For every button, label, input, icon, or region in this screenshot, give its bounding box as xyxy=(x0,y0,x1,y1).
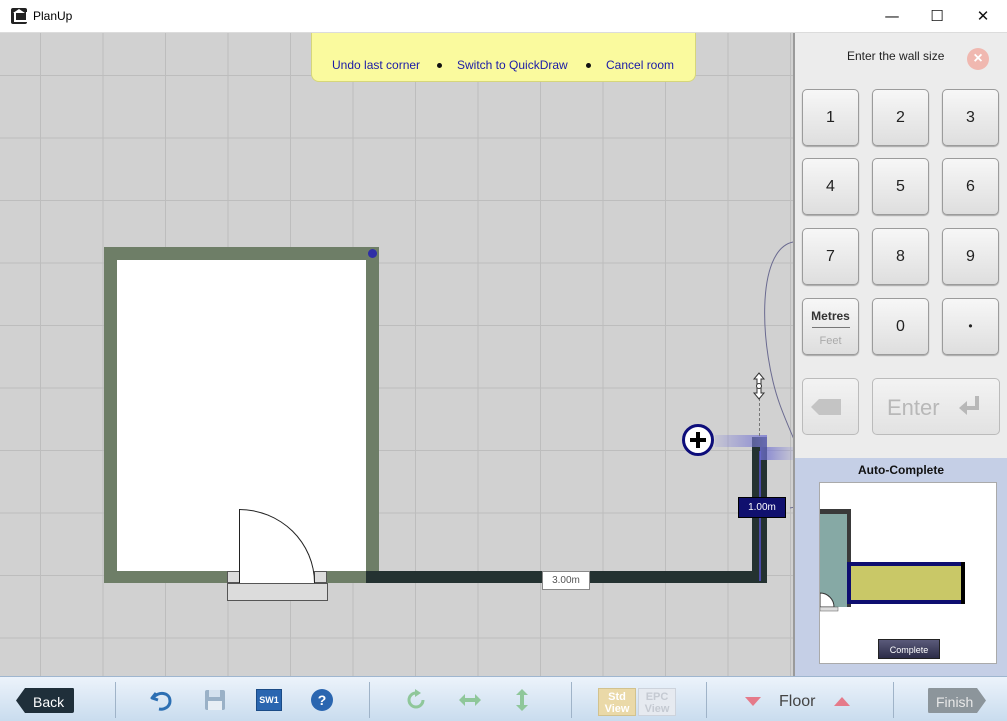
epc-view-label-bottom: View xyxy=(644,703,670,715)
sw1-button[interactable]: SW1 xyxy=(256,689,282,711)
wall-size-keypad: Enter the wall size × 1 2 3 4 5 6 7 8 9 … xyxy=(793,33,1007,458)
units-toggle-button[interactable]: Metres Feet xyxy=(802,298,859,355)
key-2[interactable]: 2 xyxy=(872,89,929,146)
autocomplete-room-preview xyxy=(820,509,965,612)
separator-dot xyxy=(586,63,591,68)
floor-down-icon[interactable] xyxy=(745,697,761,706)
complete-button[interactable]: Complete xyxy=(878,639,940,659)
minimize-button[interactable]: — xyxy=(869,0,915,32)
key-6[interactable]: 6 xyxy=(942,158,999,215)
bottom-toolbar: Back SW1 ? Std View EPC View Floor Finis… xyxy=(0,676,1007,721)
std-view-button[interactable]: Std View xyxy=(598,688,636,716)
door-jamb-right xyxy=(314,571,327,583)
enter-label: Enter xyxy=(887,395,940,420)
add-corner-icon[interactable] xyxy=(682,424,714,456)
autocomplete-preview[interactable]: Complete xyxy=(819,482,997,664)
std-view-label-bottom: View xyxy=(604,703,630,715)
maximize-button[interactable]: ☐ xyxy=(914,0,960,32)
autocomplete-panel: Auto-Complete Complete xyxy=(793,458,1007,676)
title-bar: PlanUp — ☐ ✕ xyxy=(0,0,1007,33)
key-8[interactable]: 8 xyxy=(872,228,929,285)
unit-metres-label: Metres xyxy=(811,309,850,323)
unit-separator xyxy=(812,327,850,328)
floor-up-icon[interactable] xyxy=(834,697,850,706)
key-4[interactable]: 4 xyxy=(802,158,859,215)
cancel-room-link[interactable]: Cancel room xyxy=(606,58,674,72)
undo-last-corner-link[interactable]: Undo last corner xyxy=(332,58,420,72)
key-1[interactable]: 1 xyxy=(802,89,859,146)
window-title: PlanUp xyxy=(33,9,73,23)
switch-quickdraw-link[interactable]: Switch to QuickDraw xyxy=(457,58,568,72)
enter-button[interactable]: Enter xyxy=(872,378,1000,435)
epc-view-label-top: EPC xyxy=(645,691,669,703)
door-sill xyxy=(227,583,328,601)
back-label: Back xyxy=(33,694,65,710)
flip-vertical-icon[interactable] xyxy=(510,688,534,712)
key-decimal-point[interactable]: • xyxy=(942,298,999,355)
toolbar-divider xyxy=(571,682,572,718)
help-icon[interactable]: ? xyxy=(310,688,334,712)
toolbar-divider xyxy=(893,682,894,718)
undo-icon[interactable] xyxy=(150,688,174,712)
toolbar-divider xyxy=(706,682,707,718)
finish-label: Finish xyxy=(936,694,974,710)
key-7[interactable]: 7 xyxy=(802,228,859,285)
backspace-button[interactable] xyxy=(802,378,859,435)
key-9[interactable]: 9 xyxy=(942,228,999,285)
wall-length-label: 3.00m xyxy=(542,571,590,590)
room-corner-handle[interactable] xyxy=(368,249,377,258)
key-5[interactable]: 5 xyxy=(872,158,929,215)
key-0[interactable]: 0 xyxy=(872,298,929,355)
rotate-icon[interactable] xyxy=(404,688,428,712)
enter-arrow-icon xyxy=(959,396,979,415)
save-icon[interactable] xyxy=(203,688,227,712)
autocomplete-title: Auto-Complete xyxy=(858,463,944,477)
app-home-icon xyxy=(11,8,28,24)
svg-text:?: ? xyxy=(318,692,327,708)
separator-dot xyxy=(437,63,442,68)
toolbar-divider xyxy=(115,682,116,718)
floor-label: Floor xyxy=(779,693,816,710)
epc-view-button[interactable]: EPC View xyxy=(638,688,676,716)
close-keypad-icon[interactable]: × xyxy=(967,48,989,70)
flip-horizontal-icon[interactable] xyxy=(458,688,482,712)
close-window-button[interactable]: ✕ xyxy=(960,0,1006,32)
std-view-label-top: Std xyxy=(608,691,626,703)
unit-feet-label: Feet xyxy=(819,335,842,347)
hint-bar: Undo last corner Switch to QuickDraw Can… xyxy=(311,33,696,82)
keypad-title: Enter the wall size xyxy=(847,49,945,63)
toolbar-divider xyxy=(369,682,370,718)
key-3[interactable]: 3 xyxy=(942,89,999,146)
